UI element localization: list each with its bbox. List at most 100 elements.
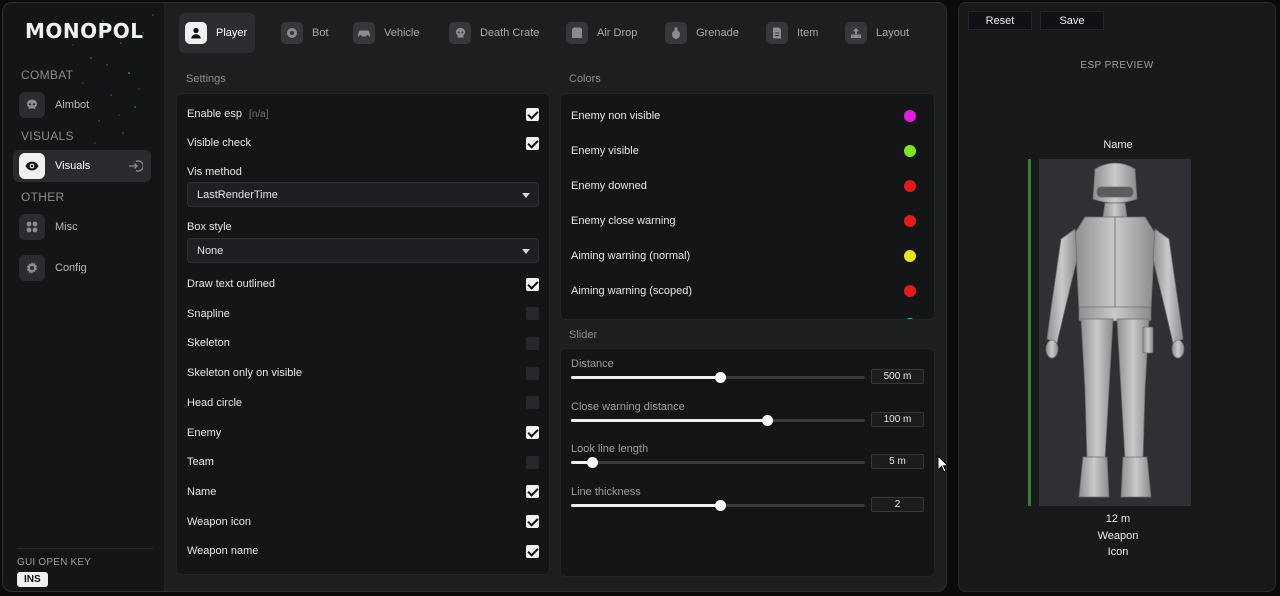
checkbox-row[interactable]: Draw text outlined <box>187 277 539 291</box>
box-style-select[interactable]: None <box>187 238 539 263</box>
tab-item[interactable]: Item <box>760 13 826 53</box>
tab-player[interactable]: Player <box>179 13 256 53</box>
color-row: Enemy non visible <box>571 110 924 122</box>
visible-check-checkbox[interactable] <box>526 136 539 150</box>
color-swatch[interactable] <box>904 215 916 227</box>
slider-value-input[interactable]: 100 m <box>871 411 924 427</box>
sidebar-item-misc[interactable]: Misc <box>13 211 151 243</box>
item-icon <box>766 22 788 44</box>
checkbox[interactable] <box>526 277 539 291</box>
color-row: Enemy downed <box>571 180 924 192</box>
slider-value-input[interactable]: 5 m <box>871 454 924 469</box>
sidebar-item-label: Config <box>55 262 87 274</box>
enable-esp-checkbox[interactable] <box>526 107 539 121</box>
checkbox-row[interactable]: Enemy <box>187 426 539 439</box>
eye-icon <box>19 153 45 179</box>
sidebar-item-label: Visuals <box>55 160 91 172</box>
character-figure <box>1039 159 1191 506</box>
tab-air-drop[interactable]: Air Drop <box>560 13 645 53</box>
checkbox-row[interactable]: Weapon icon <box>187 515 539 529</box>
checkbox[interactable] <box>526 575 539 576</box>
settings-title: Settings <box>186 73 226 85</box>
slider-track[interactable] <box>571 414 865 426</box>
sidebar: MONOPOL COMBAT Aimbot VISUALS Visuals OT… <box>3 3 165 591</box>
tab-grenade[interactable]: Grenade <box>659 13 747 53</box>
checkbox[interactable] <box>526 366 539 380</box>
skull-icon <box>19 92 45 118</box>
setting-label: Visible check <box>187 137 251 149</box>
checkbox-row[interactable]: Weapon name <box>187 544 539 558</box>
slider-value-input[interactable]: 2 <box>871 496 924 512</box>
vis-method-label: Vis method <box>187 166 539 178</box>
reset-button[interactable]: Reset <box>968 11 1032 30</box>
color-row: Enemy close warning <box>571 215 924 227</box>
sidebar-item-label: Misc <box>55 221 78 233</box>
color-swatch[interactable] <box>904 180 916 192</box>
checkbox[interactable] <box>526 485 539 499</box>
section-label-combat: COMBAT <box>21 68 74 82</box>
slider-title: Slider <box>569 329 598 341</box>
slider-handle[interactable] <box>762 414 774 426</box>
sidebar-item-visuals[interactable]: Visuals <box>13 150 151 182</box>
color-swatch[interactable] <box>904 285 916 297</box>
checkbox[interactable] <box>526 426 539 439</box>
checkbox[interactable] <box>526 544 539 558</box>
slider-handle[interactable] <box>715 499 727 511</box>
visible-check-row[interactable]: Visible check <box>187 136 539 150</box>
slider-track[interactable] <box>571 372 865 383</box>
checkbox[interactable] <box>526 336 539 350</box>
colors-panel: Enemy non visible Enemy visible Enemy down… <box>560 93 935 320</box>
box-style-label: Box style <box>187 221 539 233</box>
checkbox[interactable] <box>526 307 539 321</box>
gui-key-label: GUI OPEN KEY <box>17 557 92 568</box>
checkbox-row[interactable]: Skeleton <box>187 336 539 350</box>
slider-track[interactable] <box>571 499 865 511</box>
color-swatch[interactable] <box>904 110 916 122</box>
gui-key-button[interactable]: INS <box>17 572 48 587</box>
color-swatch[interactable] <box>904 250 916 262</box>
setting-label: Box style <box>187 221 232 233</box>
color-swatch[interactable] <box>904 145 916 157</box>
setting-label: Enemy <box>187 426 222 439</box>
slider-label: Distance <box>571 358 614 370</box>
slider-fill <box>571 376 721 379</box>
sidebar-item-config[interactable]: Config <box>13 252 151 284</box>
checkbox-row[interactable]: Name <box>187 485 539 499</box>
checkbox[interactable] <box>526 396 539 410</box>
vis-method-select[interactable]: LastRenderTime <box>187 182 539 207</box>
tab-label: Layout <box>876 27 910 39</box>
sidebar-item-aimbot[interactable]: Aimbot <box>13 89 151 121</box>
grenade-icon <box>665 22 687 44</box>
setting-label: Skeleton only on visible <box>187 367 302 380</box>
checkbox[interactable] <box>526 455 539 469</box>
tab-vehicle[interactable]: Vehicle <box>347 13 427 53</box>
enable-esp-row[interactable]: Enable esp [n/a] <box>187 107 539 121</box>
skull-icon <box>449 22 471 44</box>
select-value: None <box>197 244 224 257</box>
tab-bot[interactable]: Bot <box>275 13 337 53</box>
save-button[interactable]: Save <box>1040 11 1104 30</box>
checkbox-row[interactable]: Team <box>187 455 539 469</box>
checkbox-row[interactable]: Head circle <box>187 396 539 410</box>
grid-icon <box>19 214 45 240</box>
setting-label: Weapon icon <box>187 515 252 528</box>
checkbox-row[interactable]: Skeleton only on visible <box>187 366 539 380</box>
slider-fill <box>571 503 721 507</box>
tab-label: Grenade <box>696 27 739 39</box>
slider-track[interactable] <box>571 457 865 468</box>
main-window: MONOPOL COMBAT Aimbot VISUALS Visuals OT… <box>2 2 947 592</box>
esp-preview-title: ESP PREVIEW <box>1080 60 1154 71</box>
slider-value-input[interactable]: 500 m <box>871 369 924 384</box>
checkbox-row[interactable]: Snapline <box>187 307 539 321</box>
tab-label: Bot <box>312 27 329 39</box>
setting-label: Vis method <box>187 166 242 178</box>
slider-handle[interactable] <box>715 372 727 383</box>
tab-layout[interactable]: Layout <box>839 13 917 53</box>
color-swatch[interactable] <box>904 318 916 319</box>
select-value: LastRenderTime <box>197 188 278 201</box>
slider-handle[interactable] <box>586 457 598 468</box>
setting-label: Weapon name <box>187 545 259 558</box>
preview-weapon-label: Weapon <box>1097 530 1139 542</box>
tab-death-crate[interactable]: Death Crate <box>443 13 547 53</box>
checkbox[interactable] <box>526 515 539 529</box>
